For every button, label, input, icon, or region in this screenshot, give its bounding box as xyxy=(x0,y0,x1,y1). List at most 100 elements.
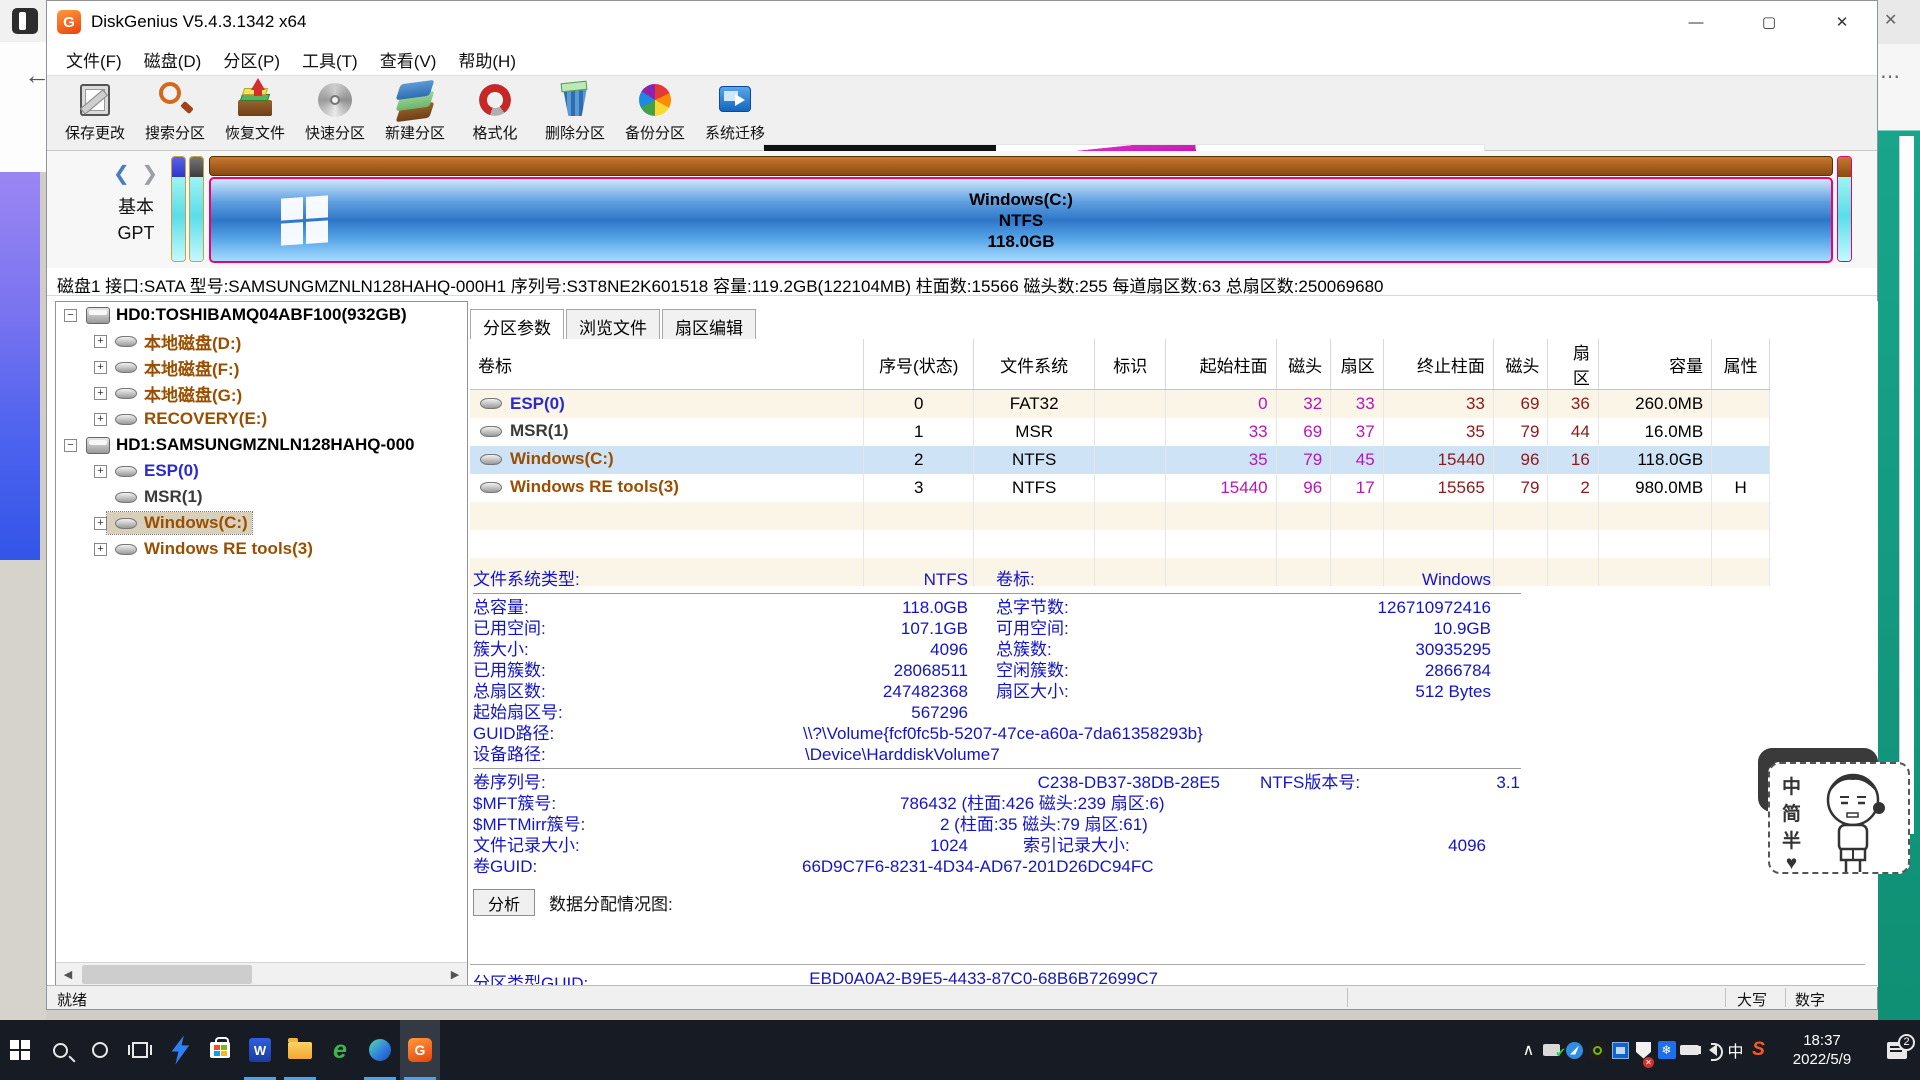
tray-messenger-icon[interactable] xyxy=(1563,1020,1586,1080)
col-start-sector: 扇区 xyxy=(1331,339,1383,390)
toolbar-label: 保存更改 xyxy=(65,122,125,143)
total-clusters-value: 30935295 xyxy=(1206,639,1491,660)
table-row-windows-re[interactable]: Windows RE tools(3) 3NTFS 154409617 1556… xyxy=(470,474,1770,502)
search-partition-icon xyxy=(155,80,195,120)
col-end-sector: 扇区 xyxy=(1548,339,1598,390)
tree-item-local-d[interactable]: + 本地磁盘(D:) xyxy=(56,328,467,354)
background-close-icon[interactable]: ✕ xyxy=(1884,10,1897,30)
taskbar-app-edge[interactable] xyxy=(360,1020,400,1080)
more-options-icon[interactable]: ⋯ xyxy=(1880,64,1901,89)
save-changes-button[interactable]: 保存更改 xyxy=(55,80,135,148)
delete-partition-icon xyxy=(555,80,595,120)
next-disk-icon[interactable]: ❯ xyxy=(141,163,158,185)
system-migration-button[interactable]: 系统迁移 xyxy=(695,80,775,148)
expand-icon[interactable]: + xyxy=(94,361,107,374)
tray-printer-icon[interactable]: ✔ xyxy=(1540,1020,1563,1080)
expand-icon[interactable]: + xyxy=(94,413,107,426)
search-partition-button[interactable]: 搜索分区 xyxy=(135,80,215,148)
task-view-icon xyxy=(132,1042,148,1058)
analyze-button[interactable]: 分析 xyxy=(473,889,535,916)
expand-icon[interactable]: + xyxy=(94,465,107,478)
tray-security-shield-icon[interactable]: ✕ xyxy=(1632,1020,1655,1080)
tree-item-label: HD1:SAMSUNGMZNLN128HAHQ-000 xyxy=(116,435,415,455)
taskbar-app-explorer[interactable] xyxy=(280,1020,320,1080)
tree-item-windows-re[interactable]: + Windows RE tools(3) xyxy=(56,536,467,562)
tree-item-esp[interactable]: + ESP(0) xyxy=(56,458,467,484)
system-migration-icon xyxy=(715,80,755,120)
menu-partition[interactable]: 分区(P) xyxy=(212,43,291,76)
tray-sogou-icon[interactable]: S xyxy=(1747,1020,1770,1080)
taskbar-app-diskgenius[interactable]: G xyxy=(400,1020,440,1080)
toolbar-label: 格式化 xyxy=(472,122,517,143)
scroll-left-icon[interactable]: ◀ xyxy=(56,963,80,986)
cortana-button[interactable] xyxy=(80,1020,120,1080)
partition-icon xyxy=(115,466,137,477)
windows-c-partition-bar[interactable]: Windows(C:) NTFS 118.0GB xyxy=(209,177,1833,263)
close-button[interactable]: ✕ xyxy=(1813,1,1871,43)
menu-tools[interactable]: 工具(T) xyxy=(291,43,369,76)
expand-icon[interactable]: + xyxy=(94,517,107,530)
sticker-char: 半 xyxy=(1782,826,1801,853)
taskbar-app-store[interactable] xyxy=(200,1020,240,1080)
tree-item-hd1[interactable]: − HD1:SAMSUNGMZNLN128HAHQ-000 xyxy=(56,432,467,458)
maximize-button[interactable]: ▢ xyxy=(1740,1,1798,43)
taskbar-clock[interactable]: 18:37 2022/5/9 xyxy=(1776,1031,1868,1069)
tree-item-hd0[interactable]: − HD0:TOSHIBAMQ04ABF100(932GB) xyxy=(56,302,467,328)
esp-partition-bar[interactable] xyxy=(171,156,186,262)
tray-nvidia-icon[interactable] xyxy=(1586,1020,1609,1080)
taskbar-app-ie[interactable]: e xyxy=(320,1020,360,1080)
tree-item-windows-c[interactable]: + Windows(C:) xyxy=(56,510,467,536)
ime-sticker-widget[interactable]: 中 简 半 ♥ xyxy=(1762,758,1912,878)
tree-item-local-g[interactable]: + 本地磁盘(G:) xyxy=(56,380,467,406)
table-row-windows-c-selected[interactable]: Windows(C:) 2NTFS 357945 154409616 118.0… xyxy=(470,446,1770,474)
expand-icon[interactable]: + xyxy=(94,335,107,348)
tree-horizontal-scrollbar[interactable]: ◀ ▶ xyxy=(56,962,467,986)
tray-volume-icon[interactable] xyxy=(1701,1020,1724,1080)
tree-item-local-f[interactable]: + 本地磁盘(F:) xyxy=(56,354,467,380)
delete-partition-button[interactable]: 删除分区 xyxy=(535,80,615,148)
scroll-right-icon[interactable]: ▶ xyxy=(443,963,467,986)
index-record-size-value: 4096 xyxy=(1178,835,1486,856)
new-partition-button[interactable]: 新建分区 xyxy=(375,80,455,148)
col-end-head: 磁头 xyxy=(1493,339,1548,390)
disk0-overview-bar[interactable] xyxy=(209,156,1833,176)
collapse-icon[interactable]: − xyxy=(64,309,77,322)
partition-icon xyxy=(115,362,137,373)
expand-icon[interactable]: + xyxy=(94,387,107,400)
backup-partition-button[interactable]: 备份分区 xyxy=(615,80,695,148)
taskbar-search-button[interactable] xyxy=(40,1020,80,1080)
tree-item-msr[interactable]: MSR(1) xyxy=(56,484,467,510)
expand-icon[interactable]: + xyxy=(94,543,107,556)
internet-explorer-icon: e xyxy=(333,1040,347,1060)
recover-files-button[interactable]: 恢复文件 xyxy=(215,80,295,148)
collapse-icon[interactable]: − xyxy=(64,439,77,452)
prev-disk-icon[interactable]: ❮ xyxy=(113,163,130,185)
msr-partition-bar[interactable] xyxy=(189,156,204,262)
volume-guid-label: 卷GUID: xyxy=(473,856,638,877)
format-button[interactable]: 格式化 xyxy=(455,80,535,148)
task-view-button[interactable] xyxy=(120,1020,160,1080)
taskbar-app-word[interactable]: W xyxy=(240,1020,280,1080)
menu-disk[interactable]: 磁盘(D) xyxy=(133,43,213,76)
tray-chevron-up-icon[interactable]: ∧ xyxy=(1517,1020,1540,1080)
recovery-partition-bar[interactable] xyxy=(1837,156,1852,262)
tray-ime-indicator[interactable]: 中 xyxy=(1724,1020,1747,1080)
minimize-button[interactable]: — xyxy=(1667,1,1725,43)
quick-partition-button[interactable]: 快速分区 xyxy=(295,80,375,148)
tray-snowflake-icon[interactable]: ❄ xyxy=(1655,1020,1678,1080)
status-text: 就绪 xyxy=(57,989,87,1010)
menu-file[interactable]: 文件(F) xyxy=(55,43,133,76)
tray-intel-graphics-icon[interactable] xyxy=(1609,1020,1632,1080)
action-center-button[interactable]: 2 xyxy=(1874,1020,1920,1080)
tree-item-label: MSR(1) xyxy=(144,487,203,507)
menu-help[interactable]: 帮助(H) xyxy=(447,43,527,76)
tree-item-recovery-e[interactable]: + RECOVERY(E:) xyxy=(56,406,467,432)
table-row-esp[interactable]: ESP(0) 0FAT32 03233 336936 260.0MB xyxy=(470,390,1770,418)
bytes-label: 总字节数: xyxy=(996,597,1206,618)
scrollbar-thumb[interactable] xyxy=(82,965,252,984)
start-button[interactable] xyxy=(0,1020,40,1080)
taskbar-app-flash[interactable] xyxy=(160,1020,200,1080)
menu-view[interactable]: 查看(V) xyxy=(369,43,448,76)
table-row-msr[interactable]: MSR(1) 1MSR 336937 357944 16.0MB xyxy=(470,418,1770,446)
col-attributes: 属性 xyxy=(1712,339,1770,390)
